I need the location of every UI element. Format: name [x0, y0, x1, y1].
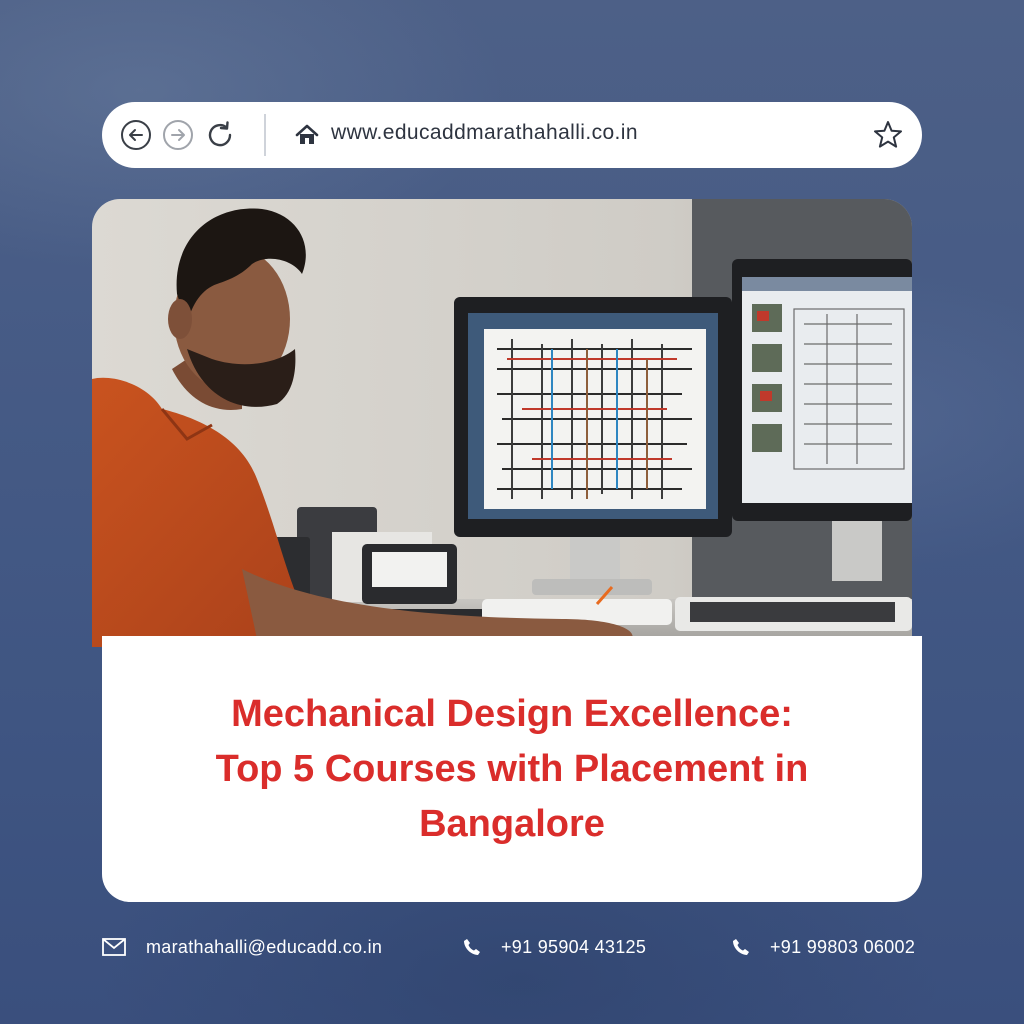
back-arrow-icon: [121, 120, 151, 150]
reload-button[interactable]: [204, 119, 236, 151]
address-bar-divider: [264, 114, 266, 156]
headline-line-3: Bangalore: [419, 802, 605, 845]
star-icon[interactable]: [872, 119, 904, 151]
browser-address-bar: www.educaddmarathahalli.co.in: [102, 102, 922, 168]
headline-line-2: Top 5 Courses with Placement in: [215, 747, 809, 790]
headline-card: Mechanical Design Excellence: Top 5 Cour…: [102, 636, 922, 902]
home-icon[interactable]: [294, 122, 320, 148]
contact-email[interactable]: marathahalli@educadd.co.in: [102, 932, 382, 962]
reload-icon: [208, 121, 232, 147]
phone-icon: [464, 939, 480, 955]
contact-phone-2[interactable]: +91 99803 06002: [732, 932, 915, 962]
phone-icon: [733, 939, 749, 955]
hero-photo: [92, 199, 912, 647]
headline-line-1: Mechanical Design Excellence:: [231, 692, 793, 735]
contact-phone-1-text[interactable]: +91 95904 43125: [501, 937, 646, 958]
forward-arrow-icon: [163, 120, 193, 150]
contact-phone-2-text[interactable]: +91 99803 06002: [770, 937, 915, 958]
cad-workstation-illustration: [92, 199, 912, 647]
url-text[interactable]: www.educaddmarathahalli.co.in: [331, 121, 638, 145]
contact-email-text[interactable]: marathahalli@educadd.co.in: [146, 937, 382, 958]
forward-button[interactable]: [162, 119, 194, 151]
headline: Mechanical Design Excellence: Top 5 Cour…: [132, 687, 892, 852]
back-button[interactable]: [120, 119, 152, 151]
mail-icon: [102, 938, 126, 956]
contact-phone-1[interactable]: +91 95904 43125: [463, 932, 646, 962]
